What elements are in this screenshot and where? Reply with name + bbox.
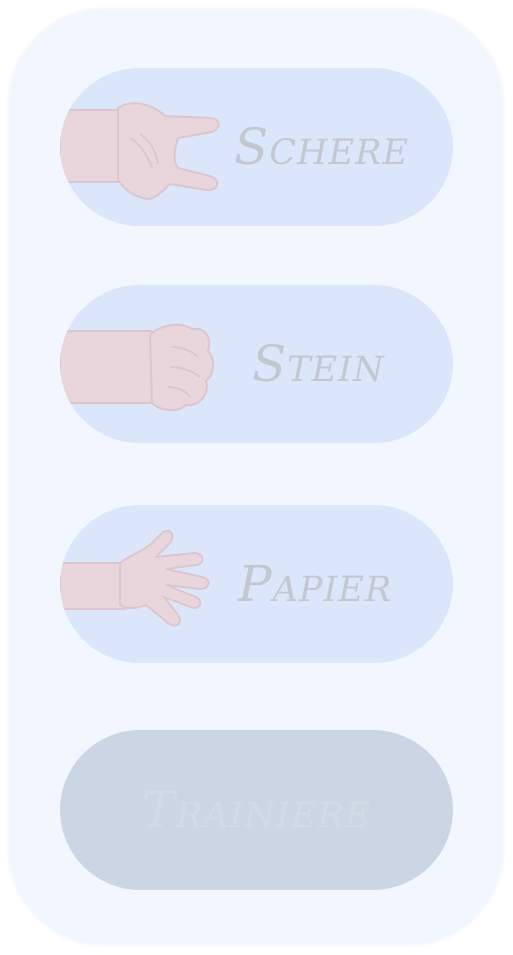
rock-button[interactable]: Stein (60, 285, 453, 443)
rock-fist-icon (60, 323, 214, 411)
open-hand-icon (60, 529, 210, 627)
paper-button[interactable]: Papier (60, 505, 453, 663)
scissors-label: Schere (234, 118, 410, 176)
scissors-button[interactable]: Schere (60, 68, 453, 226)
rock-label: Stein (252, 335, 385, 393)
scissors-hand-icon (60, 102, 220, 200)
train-button-label: Trainiere (141, 781, 372, 839)
train-button[interactable]: Trainiere (60, 730, 453, 890)
paper-label: Papier (238, 555, 393, 613)
